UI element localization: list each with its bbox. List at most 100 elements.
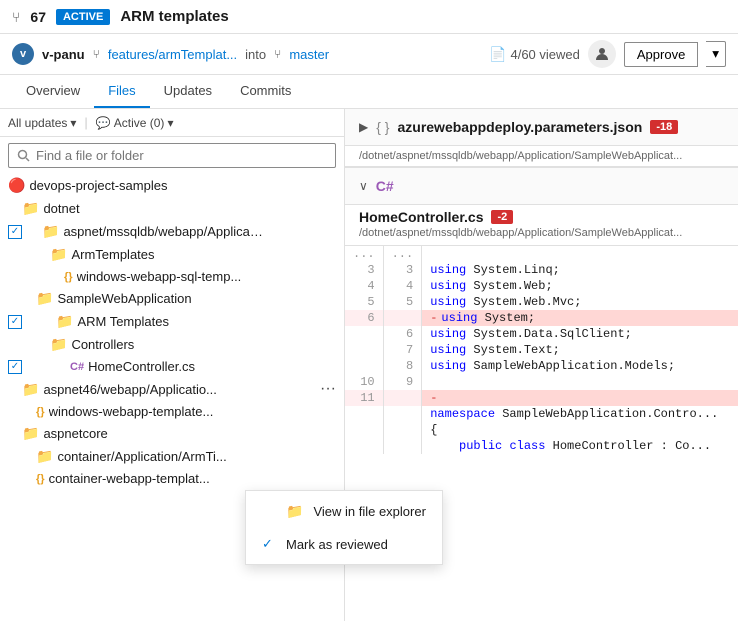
json-icon: {} bbox=[36, 406, 45, 418]
cs-collapse-arrow: ∨ bbox=[359, 179, 368, 193]
ctx-view-explorer[interactable]: ✓ 📁 View in file explorer bbox=[246, 495, 442, 528]
table-row: 11 - bbox=[345, 390, 738, 406]
table-row: 6 -using System; bbox=[345, 310, 738, 326]
item-name: ArmTemplates bbox=[71, 247, 154, 262]
item-name: ARM Templates bbox=[77, 314, 169, 329]
table-row: namespace SampleWebApplication.Contro... bbox=[345, 406, 738, 422]
item-name: HomeController.cs bbox=[88, 359, 195, 374]
item-name: Controllers bbox=[71, 337, 134, 352]
nav-tabs: Overview Files Updates Commits bbox=[0, 75, 738, 109]
filter-divider: | bbox=[84, 115, 87, 130]
tab-updates[interactable]: Updates bbox=[150, 75, 226, 108]
search-input[interactable] bbox=[36, 148, 327, 163]
table-row: ... ... bbox=[345, 246, 738, 262]
list-item[interactable]: 📁 SampleWebApplication bbox=[0, 287, 344, 310]
filter-chevron: ▾ bbox=[70, 116, 76, 130]
tab-overview[interactable]: Overview bbox=[12, 75, 94, 108]
check-box[interactable]: ✓ bbox=[8, 225, 22, 239]
pr-title: ARM templates bbox=[120, 8, 228, 25]
target-branch[interactable]: master bbox=[289, 47, 329, 62]
branch-icon: ⑂ bbox=[93, 47, 100, 61]
source-branch[interactable]: features/armTemplat... bbox=[108, 47, 237, 62]
folder-icon: 📁 bbox=[36, 448, 53, 465]
json-file-name: azurewebappdeploy.parameters.json bbox=[397, 119, 642, 135]
diff-table: ... ... 3 3 using System.Linq; 4 4 using… bbox=[345, 246, 738, 454]
folder-icon: 📁 bbox=[22, 200, 39, 217]
folder-icon: 📁 bbox=[50, 246, 67, 263]
folder-icon: 📁 bbox=[56, 313, 73, 330]
table-row: 5 5 using System.Web.Mvc; bbox=[345, 294, 738, 310]
tab-files[interactable]: Files bbox=[94, 75, 149, 108]
list-item[interactable]: 📁 ArmTemplates bbox=[0, 243, 344, 266]
active-chevron: ▾ bbox=[167, 116, 173, 130]
list-item[interactable]: {} windows-webapp-template... bbox=[0, 401, 344, 422]
pr-icon: ⑂ bbox=[12, 9, 20, 25]
folder-icon: 📁 bbox=[42, 223, 59, 240]
list-item[interactable]: 📁 Controllers bbox=[0, 333, 344, 356]
list-item[interactable]: 📁 container/Application/ArmTi... bbox=[0, 445, 344, 468]
active-filter-label: Active (0) bbox=[114, 116, 165, 130]
list-item[interactable]: 📁 aspnet46/webapp/Applicatio... ··· bbox=[0, 377, 344, 401]
table-row: 3 3 using System.Linq; bbox=[345, 262, 738, 278]
item-name: SampleWebApplication bbox=[57, 291, 191, 306]
viewed-count: 4/60 viewed bbox=[510, 47, 579, 62]
item-name: aspnetcore bbox=[43, 426, 107, 441]
approve-caret[interactable]: ▾ bbox=[706, 41, 726, 67]
table-row: { bbox=[345, 422, 738, 438]
cs-file-section: ∨ C# HomeController.cs -2 /dotnet/aspnet… bbox=[345, 167, 738, 454]
table-row: public class HomeController : Co... bbox=[345, 438, 738, 454]
cs-file-header[interactable]: ∨ C# bbox=[345, 167, 738, 205]
json-icon: {} bbox=[64, 271, 73, 283]
table-row: 10 9 bbox=[345, 374, 738, 390]
cs-file-name: HomeController.cs bbox=[359, 209, 483, 225]
check-box[interactable]: ✓ bbox=[8, 315, 22, 329]
into-text: into bbox=[245, 47, 266, 62]
ctx-check-empty: ✓ bbox=[262, 504, 276, 520]
json-file-header[interactable]: ▶ { } azurewebappdeploy.parameters.json … bbox=[345, 109, 738, 146]
approve-button[interactable]: Approve bbox=[624, 42, 698, 67]
table-row: 6 using System.Data.SqlClient; bbox=[345, 326, 738, 342]
folder-icon: 📁 bbox=[22, 381, 39, 398]
pr-count: 67 bbox=[30, 9, 46, 25]
list-item[interactable]: ✓ 📁 ARM Templates bbox=[0, 310, 344, 333]
item-name: aspnet/mssqldb/webapp/Applicati... bbox=[63, 224, 263, 239]
item-name: windows-webapp-sql-temp... bbox=[77, 269, 242, 284]
cs-lang-label: C# bbox=[376, 178, 394, 194]
list-item[interactable]: ✓ 📁 aspnet/mssqldb/webapp/Applicati... bbox=[0, 220, 344, 243]
tab-commits[interactable]: Commits bbox=[226, 75, 305, 108]
ctx-mark-reviewed[interactable]: ✓ Mark as reviewed bbox=[246, 528, 442, 560]
item-name: container/Application/ArmTi... bbox=[57, 449, 226, 464]
folder-icon: 📁 bbox=[286, 503, 303, 520]
list-item[interactable]: {} container-webapp-templat... bbox=[0, 468, 344, 489]
filter-bar: All updates ▾ | 💬 Active (0) ▾ bbox=[0, 109, 344, 137]
search-box[interactable] bbox=[8, 143, 336, 168]
all-updates-label: All updates bbox=[8, 116, 67, 130]
reviewer-avatar bbox=[588, 40, 616, 68]
list-item[interactable]: ✓ C# HomeController.cs bbox=[0, 356, 344, 377]
list-item[interactable]: 📁 dotnet bbox=[0, 197, 344, 220]
check-box[interactable]: ✓ bbox=[8, 360, 22, 374]
active-filter[interactable]: 💬 Active (0) ▾ bbox=[96, 116, 174, 130]
all-updates-filter[interactable]: All updates ▾ bbox=[8, 116, 76, 130]
table-row: 7 using System.Text; bbox=[345, 342, 738, 358]
file-icon: 📄 bbox=[489, 46, 506, 63]
tree-root[interactable]: 🔴 devops-project-samples bbox=[0, 174, 344, 197]
author-name: v-panu bbox=[42, 47, 85, 62]
table-row: 8 using SampleWebApplication.Models; bbox=[345, 358, 738, 374]
viewed-badge: 📄 4/60 viewed bbox=[489, 46, 580, 63]
item-name: dotnet bbox=[43, 201, 79, 216]
cs-diff-badge: -2 bbox=[491, 210, 513, 224]
ctx-view-label: View in file explorer bbox=[313, 504, 425, 519]
item-name: aspnet46/webapp/Applicatio... bbox=[43, 382, 216, 397]
three-dots-button[interactable]: ··· bbox=[320, 380, 336, 398]
root-name: devops-project-samples bbox=[29, 178, 167, 193]
table-row: 4 4 using System.Web; bbox=[345, 278, 738, 294]
ctx-reviewed-label: Mark as reviewed bbox=[286, 537, 388, 552]
context-menu: ✓ 📁 View in file explorer ✓ Mark as revi… bbox=[245, 490, 443, 565]
list-item[interactable]: {} windows-webapp-sql-temp... bbox=[0, 266, 344, 287]
item-name: windows-webapp-template... bbox=[49, 404, 214, 419]
collapse-arrow: ▶ bbox=[359, 120, 368, 134]
avatar: v bbox=[12, 43, 34, 65]
folder-icon: 📁 bbox=[36, 290, 53, 307]
list-item[interactable]: 📁 aspnetcore bbox=[0, 422, 344, 445]
